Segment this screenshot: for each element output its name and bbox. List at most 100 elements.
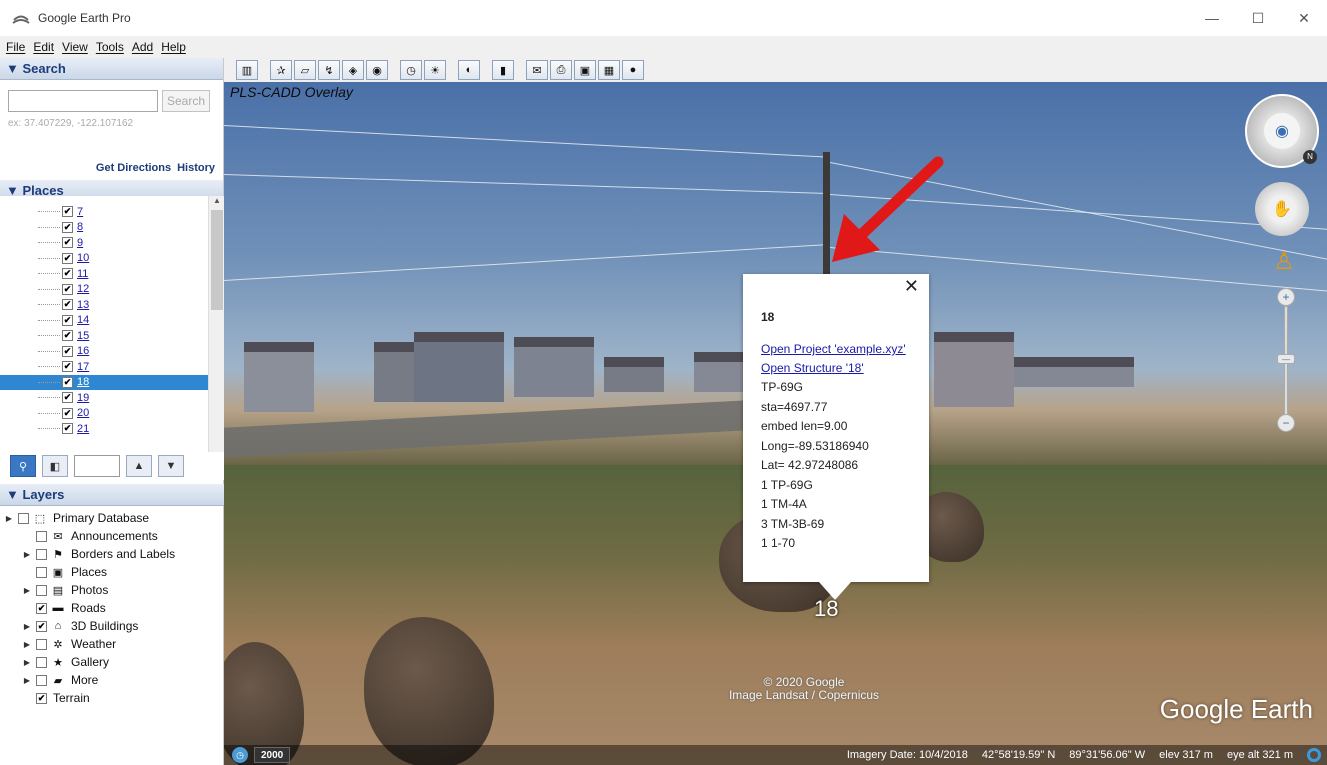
place-item[interactable]: ✔ 8 — [0, 220, 224, 236]
view-in-maps-icon[interactable]: ▦ — [598, 60, 620, 80]
zoom-thumb[interactable]: — — [1277, 354, 1295, 364]
search-panel-header[interactable]: ▼ Search — [0, 58, 223, 80]
layer-item[interactable]: ▶ ▤ Photos — [0, 581, 224, 599]
search-places-icon[interactable]: ⚲ — [10, 455, 36, 477]
place-link[interactable]: 14 — [77, 314, 89, 326]
earth-gallery-icon[interactable]: ● — [622, 60, 644, 80]
open-project-link[interactable]: Open Project 'example.xyz' — [761, 340, 929, 359]
place-checkbox[interactable]: ✔ — [62, 314, 73, 326]
place-checkbox[interactable]: ✔ — [62, 299, 73, 311]
place-link[interactable]: 11 — [77, 268, 88, 280]
layer-checkbox[interactable]: ✔ — [36, 692, 47, 704]
move-down-icon[interactable]: ▼ — [158, 455, 184, 477]
layer-checkbox[interactable] — [36, 530, 47, 542]
layer-item[interactable]: ▶ ⬚ Primary Database — [0, 509, 224, 527]
zoom-in-icon[interactable]: + — [1277, 288, 1295, 306]
place-checkbox[interactable]: ✔ — [62, 330, 73, 342]
layer-item[interactable]: ✔ Terrain — [0, 689, 224, 707]
image-overlay-icon[interactable]: ◈ — [342, 60, 364, 80]
place-item[interactable]: ✔ 15 — [0, 328, 224, 344]
layer-checkbox[interactable] — [36, 674, 47, 686]
place-item[interactable]: ✔ 17 — [0, 359, 224, 375]
ruler-icon[interactable]: ▮ — [492, 60, 514, 80]
layer-checkbox[interactable] — [18, 512, 29, 524]
maximize-button[interactable]: ☐ — [1235, 0, 1281, 36]
place-link[interactable]: 10 — [77, 252, 89, 264]
search-button[interactable]: Search — [162, 90, 210, 112]
street-view-pegman-icon[interactable]: ♙ — [1271, 244, 1297, 278]
place-link[interactable]: 20 — [77, 407, 89, 419]
place-link[interactable]: 9 — [77, 237, 83, 249]
expand-icon[interactable]: ▶ — [22, 622, 32, 631]
expand-icon[interactable]: ▶ — [4, 514, 14, 523]
menu-add[interactable]: Add — [130, 40, 159, 54]
place-checkbox[interactable]: ✔ — [62, 376, 73, 388]
places-scrollbar[interactable]: ▲ ▼ — [208, 196, 224, 464]
place-item[interactable]: ✔ 14 — [0, 313, 224, 329]
place-item[interactable]: ✔ 20 — [0, 406, 224, 422]
layer-checkbox[interactable] — [36, 656, 47, 668]
save-image-icon[interactable]: ▣ — [574, 60, 596, 80]
layer-item[interactable]: ▶ ▰ More — [0, 671, 224, 689]
year-badge[interactable]: 2000 — [254, 747, 291, 763]
scroll-thumb[interactable] — [211, 210, 223, 310]
place-item[interactable]: ✔ 13 — [0, 297, 224, 313]
history-link[interactable]: History — [177, 162, 215, 174]
sunlight-icon[interactable]: ☀ — [424, 60, 446, 80]
search-input[interactable] — [8, 90, 158, 112]
north-indicator[interactable]: N — [1303, 150, 1317, 164]
record-tour-icon[interactable]: ◉ — [366, 60, 388, 80]
layer-checkbox[interactable] — [36, 548, 47, 560]
expand-icon[interactable]: ▶ — [22, 676, 32, 685]
sidebar-toggle-icon[interactable]: ▥ — [236, 60, 258, 80]
balloon-close-button[interactable]: ✕ — [904, 276, 919, 297]
place-checkbox[interactable]: ✔ — [62, 345, 73, 357]
place-checkbox[interactable]: ✔ — [62, 361, 73, 373]
look-control[interactable]: ◉ N — [1245, 94, 1319, 168]
place-item[interactable]: ✔ 21 — [0, 421, 224, 437]
layer-item[interactable]: ▶ ★ Gallery — [0, 653, 224, 671]
place-link[interactable]: 18 — [77, 376, 89, 388]
eye-icon[interactable]: ◉ — [1264, 113, 1300, 149]
place-checkbox[interactable]: ✔ — [62, 221, 73, 233]
expand-icon[interactable]: ▶ — [22, 550, 32, 559]
menu-file[interactable]: File — [4, 40, 31, 54]
expand-icon[interactable]: ▶ — [22, 586, 32, 595]
layers-panel-header[interactable]: ▼ Layers — [0, 484, 224, 506]
place-item[interactable]: ✔ 18 — [0, 374, 224, 390]
add-placemark-icon[interactable]: ✰ — [270, 60, 292, 80]
place-checkbox[interactable]: ✔ — [62, 407, 73, 419]
places-tree[interactable]: ✔ 7 ✔ 8 ✔ 9 ✔ 10 ✔ 11 ✔ 12 ✔ 13 ✔ 14 ✔ 15 ✔ 16 ✔ 17 ✔ 18 ✔ 19 ✔ 20 ✔… — [0, 196, 224, 464]
print-icon[interactable]: ⎙ — [550, 60, 572, 80]
close-button[interactable]: ✕ — [1281, 0, 1327, 36]
open-structure-link[interactable]: Open Structure '18' — [761, 359, 929, 378]
place-link[interactable]: 15 — [77, 330, 89, 342]
place-item[interactable]: ✔ 10 — [0, 251, 224, 267]
place-link[interactable]: 12 — [77, 283, 89, 295]
expand-icon[interactable]: ▶ — [22, 640, 32, 649]
menu-view[interactable]: View — [60, 40, 94, 54]
historical-imagery-clock-icon[interactable]: ◷ — [232, 747, 248, 763]
layer-item[interactable]: ▶ ✲ Weather — [0, 635, 224, 653]
layer-item[interactable]: ▣ Places — [0, 563, 224, 581]
menu-edit[interactable]: Edit — [31, 40, 60, 54]
place-item[interactable]: ✔ 19 — [0, 390, 224, 406]
layer-checkbox[interactable]: ✔ — [36, 620, 47, 632]
layer-checkbox[interactable]: ✔ — [36, 602, 47, 614]
historical-imagery-icon[interactable]: ◷ — [400, 60, 422, 80]
place-link[interactable]: 13 — [77, 299, 89, 311]
menu-help[interactable]: Help — [159, 40, 192, 54]
layer-item[interactable]: ✔ ▬ Roads — [0, 599, 224, 617]
move-up-icon[interactable]: ▲ — [126, 455, 152, 477]
place-checkbox[interactable]: ✔ — [62, 423, 73, 435]
place-checkbox[interactable]: ✔ — [62, 283, 73, 295]
toggle-panel-icon[interactable]: ◧ — [42, 455, 68, 477]
layer-checkbox[interactable] — [36, 584, 47, 596]
layer-item[interactable]: ▶ ✔ ⌂ 3D Buildings — [0, 617, 224, 635]
add-path-icon[interactable]: ↯ — [318, 60, 340, 80]
place-checkbox[interactable]: ✔ — [62, 268, 73, 280]
earth-3d-view[interactable]: PLS-CADD Overlay ✕ 18 Open Project 'exam… — [224, 82, 1327, 765]
place-checkbox[interactable]: ✔ — [62, 392, 73, 404]
place-item[interactable]: ✔ 11 — [0, 266, 224, 282]
add-polygon-icon[interactable]: ▱ — [294, 60, 316, 80]
